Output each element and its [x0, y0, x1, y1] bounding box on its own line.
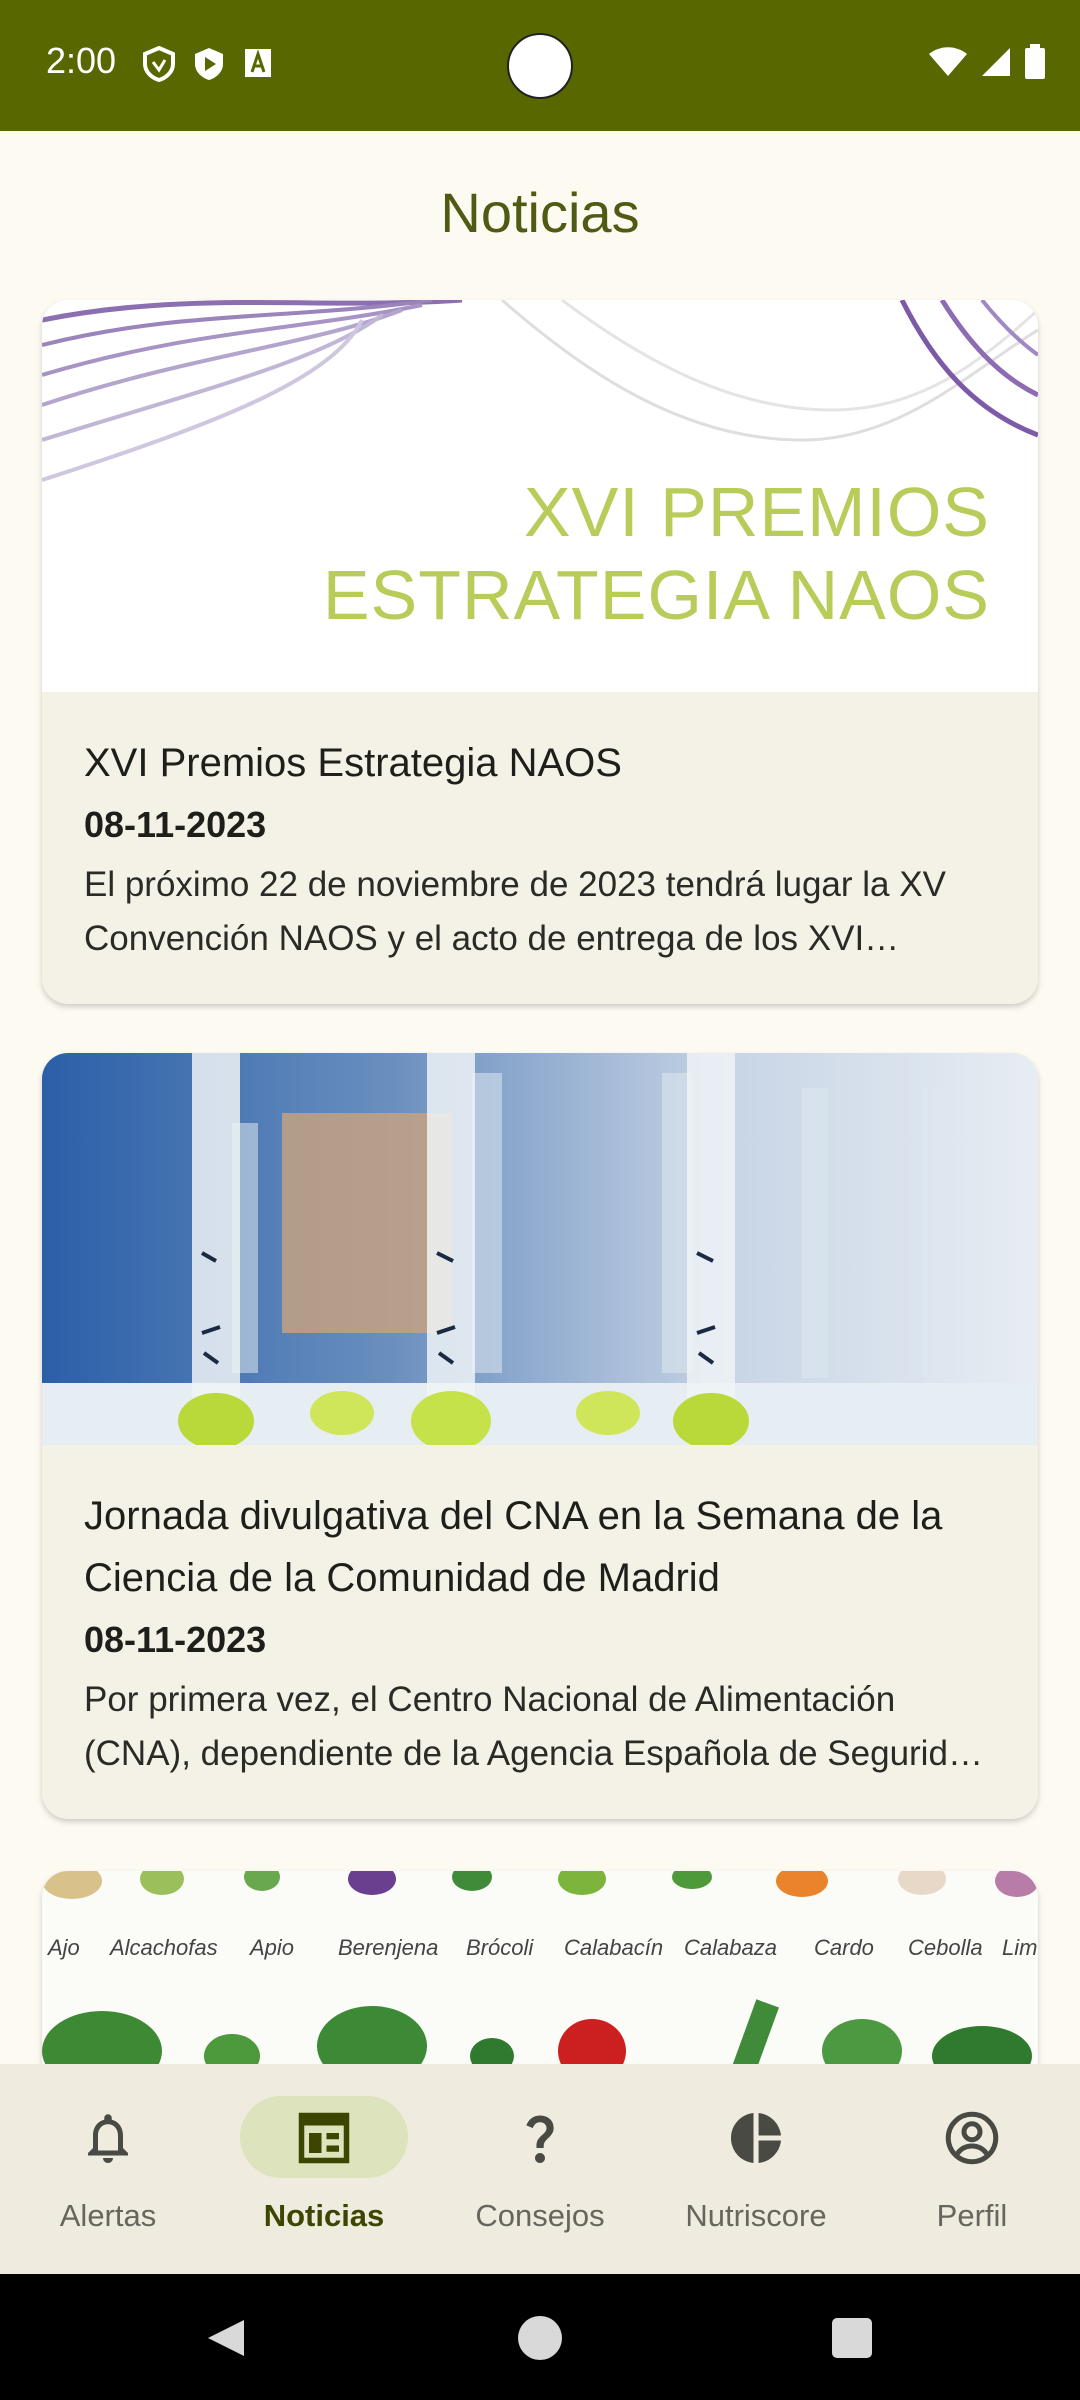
signal-icon: [982, 48, 1010, 76]
nav-label: Perfil: [936, 2198, 1008, 2233]
status-system-icons: [928, 44, 1046, 80]
veg-label: Berenjena: [338, 1935, 438, 1960]
news-card-date: 08-11-2023: [84, 804, 267, 845]
image-headline-line2: ESTRATEGIA NAOS: [322, 556, 990, 634]
play-shield-icon: [195, 48, 223, 80]
nutriscore-icon: [731, 2113, 781, 2163]
shield-icon: [143, 46, 175, 82]
image-headline-line1: XVI PREMIOS: [523, 473, 990, 551]
news-card-image: XVI PREMIOS ESTRATEGIA NAOS: [42, 300, 1038, 692]
news-card-body: Jornada divulgativa del CNA en la Semana…: [42, 1445, 1038, 1819]
status-bar: 2:00: [0, 0, 1080, 131]
question-icon: [526, 2115, 554, 2163]
nav-item-perfil[interactable]: Perfil: [864, 2064, 1080, 2274]
bottom-navigation: Alertas Noticias Consejos Nutriscore Per…: [0, 2064, 1080, 2274]
news-card[interactable]: Jornada divulgativa del CNA en la Semana…: [42, 1053, 1038, 1819]
news-card-body: XVI Premios Estrategia NAOS 08-11-2023 E…: [42, 692, 1038, 1004]
font-icon: [245, 49, 271, 77]
home-icon[interactable]: [516, 2314, 564, 2362]
news-card-summary: Por primera vez, el Centro Nacional de A…: [84, 1680, 987, 1773]
veg-label: Cebolla: [908, 1935, 983, 1960]
veg-label: Cardo: [814, 1935, 874, 1960]
newspaper-icon: [298, 2112, 350, 2164]
veg-label: Brócoli: [466, 1935, 534, 1960]
nav-label: Nutriscore: [685, 2198, 827, 2233]
nav-item-alertas[interactable]: Alertas: [0, 2064, 216, 2274]
camera-cutout: [507, 33, 573, 99]
veg-label: Lim: [1002, 1935, 1037, 1960]
nav-item-nutriscore[interactable]: Nutriscore: [648, 2064, 864, 2274]
nav-item-noticias[interactable]: Noticias: [216, 2064, 432, 2274]
status-time: 2:00: [46, 40, 117, 81]
bell-icon: [88, 2114, 128, 2163]
veg-label: Apio: [248, 1935, 294, 1960]
news-card-date: 08-11-2023: [84, 1619, 267, 1660]
status-notification-icons: [142, 46, 274, 82]
wifi-icon: [929, 47, 967, 76]
news-card[interactable]: XVI PREMIOS ESTRATEGIA NAOS XVI Premios …: [42, 300, 1038, 1004]
news-card-image: Ajo Alcachofas Apio Berenjena Brócoli Ca…: [42, 1871, 1038, 2064]
nav-label: Consejos: [475, 2198, 605, 2233]
account-circle-icon: [945, 2111, 999, 2165]
nav-label: Noticias: [263, 2198, 385, 2233]
nav-item-consejos[interactable]: Consejos: [432, 2064, 648, 2274]
nav-label: Alertas: [59, 2198, 157, 2233]
recents-icon[interactable]: [830, 2316, 874, 2360]
veg-label: Alcachofas: [108, 1935, 218, 1960]
news-card[interactable]: Ajo Alcachofas Apio Berenjena Brócoli Ca…: [42, 1871, 1038, 2064]
vegetables-illustration: Ajo Alcachofas Apio Berenjena Brócoli Ca…: [42, 1871, 1038, 2064]
veg-label: Calabacín: [564, 1935, 663, 1960]
lab-flasks-illustration: [42, 1053, 1038, 1445]
news-card-summary: El próximo 22 de noviembre de 2023 tendr…: [84, 865, 946, 958]
battery-icon: [1025, 44, 1045, 79]
veg-label: Calabaza: [684, 1935, 777, 1960]
back-icon[interactable]: [204, 2316, 248, 2360]
system-navigation-bar: [0, 2274, 1080, 2400]
news-feed[interactable]: XVI PREMIOS ESTRATEGIA NAOS XVI Premios …: [0, 131, 1080, 2064]
news-card-title: Jornada divulgativa del CNA en la Semana…: [84, 1494, 943, 1600]
veg-label: Ajo: [46, 1935, 80, 1960]
news-card-image: [42, 1053, 1038, 1445]
news-card-title: XVI Premios Estrategia NAOS: [84, 741, 622, 785]
